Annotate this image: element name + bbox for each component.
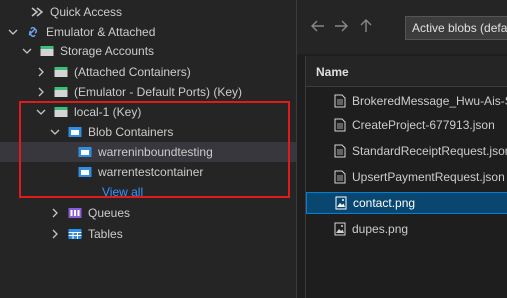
tree-label-emulator-default: (Emulator - Default Ports) (Key) (74, 85, 243, 99)
arrow-right-icon (335, 20, 348, 32)
blob-row[interactable]: BrokeredMessage_Hwu-Ais-S (306, 90, 507, 112)
quick-access-icon (30, 6, 44, 18)
tree-label-quick-access: Quick Access (50, 5, 123, 19)
blob-list: Name BrokeredMessage_Hwu-Ais-S CreatePro… (305, 56, 507, 298)
blob-row[interactable]: StandardReceiptRequest.json (306, 140, 507, 162)
queues-icon (68, 207, 82, 219)
arrow-left-icon (311, 20, 324, 32)
view-all-label[interactable]: View all (102, 185, 143, 199)
blob-name: UpsertPaymentRequest.json (352, 170, 505, 184)
tree-item-local1[interactable]: local-1 (Key) (0, 102, 141, 122)
editor-toolbar: Active blobs (default (297, 0, 507, 54)
file-icon (334, 118, 346, 132)
active-blobs-dropdown[interactable]: Active blobs (default (405, 16, 507, 40)
storage-account-icon (54, 106, 68, 118)
tree-label-tables: Tables (88, 227, 123, 241)
file-icon (334, 144, 346, 158)
tree-item-blob-containers[interactable]: Blob Containers (0, 122, 173, 142)
tree-item-queues[interactable]: Queues (0, 203, 130, 223)
image-file-icon (334, 222, 346, 236)
tables-icon (68, 228, 82, 240)
chevron-down-icon[interactable] (50, 127, 60, 137)
chevron-right-icon[interactable] (50, 229, 60, 239)
column-header-name[interactable]: Name (316, 65, 349, 79)
chevron-right-icon[interactable] (50, 208, 60, 218)
tree-label-local1: local-1 (Key) (74, 105, 142, 119)
tree-label-queues: Queues (88, 206, 131, 220)
chevron-down-icon[interactable] (22, 46, 32, 56)
explorer-tree: Quick Access Emulator & Attached Storage… (0, 0, 296, 298)
file-icon (334, 170, 346, 184)
blob-name: CreateProject-677913.json (352, 118, 495, 132)
tree-item-emulator-attached[interactable]: Emulator & Attached (0, 22, 155, 42)
tree-item-container-warreninboundtesting[interactable]: warreninboundtesting (0, 142, 296, 162)
forward-button[interactable] (332, 17, 350, 35)
blob-name: contact.png (353, 196, 416, 210)
view-all-link[interactable]: View all (0, 182, 143, 202)
up-button[interactable] (357, 17, 375, 35)
file-icon (334, 94, 346, 108)
blob-row[interactable]: dupes.png (306, 218, 507, 240)
blob-name: dupes.png (352, 222, 409, 236)
chevron-right-icon[interactable] (36, 87, 46, 97)
chevron-down-icon[interactable] (8, 27, 18, 37)
tree-label-attached-containers: (Attached Containers) (74, 65, 191, 79)
back-button[interactable] (309, 17, 327, 35)
blob-container-icon (78, 166, 92, 178)
storage-account-icon (54, 66, 68, 78)
tree-item-container-warrentestcontainer[interactable]: warrentestcontainer (0, 162, 203, 182)
column-header-row: Name (306, 56, 507, 87)
link-icon (26, 26, 40, 38)
storage-account-icon (54, 86, 68, 98)
tree-item-tables[interactable]: Tables (0, 224, 123, 244)
blob-editor-panel: Active blobs (default Name BrokeredMessa… (297, 0, 507, 298)
blob-row[interactable]: UpsertPaymentRequest.json (306, 166, 507, 188)
tree-label-storage-accounts: Storage Accounts (60, 44, 155, 58)
tree-item-attached-containers[interactable]: (Attached Containers) (0, 62, 191, 82)
blob-name: StandardReceiptRequest.json (352, 144, 507, 158)
tree-label-emulator-attached: Emulator & Attached (46, 25, 156, 39)
chevron-down-icon[interactable] (36, 107, 46, 117)
blob-row-selected[interactable]: contact.png (306, 192, 507, 214)
tree-item-quick-access[interactable]: Quick Access (0, 2, 122, 22)
arrow-up-icon (360, 19, 372, 32)
tree-item-storage-accounts[interactable]: Storage Accounts (0, 41, 154, 61)
tree-label-container1: warreninboundtesting (98, 145, 213, 159)
blob-containers-icon (68, 126, 82, 138)
storage-account-icon (40, 45, 54, 57)
blob-row[interactable]: CreateProject-677913.json (306, 114, 507, 136)
chevron-right-icon[interactable] (36, 67, 46, 77)
tree-item-emulator-default[interactable]: (Emulator - Default Ports) (Key) (0, 82, 242, 102)
blob-name: BrokeredMessage_Hwu-Ais-S (352, 94, 507, 108)
tree-label-container2: warrentestcontainer (98, 165, 204, 179)
image-file-icon (335, 196, 347, 210)
tree-label-blob-containers: Blob Containers (88, 125, 174, 139)
blob-container-icon (78, 146, 92, 158)
